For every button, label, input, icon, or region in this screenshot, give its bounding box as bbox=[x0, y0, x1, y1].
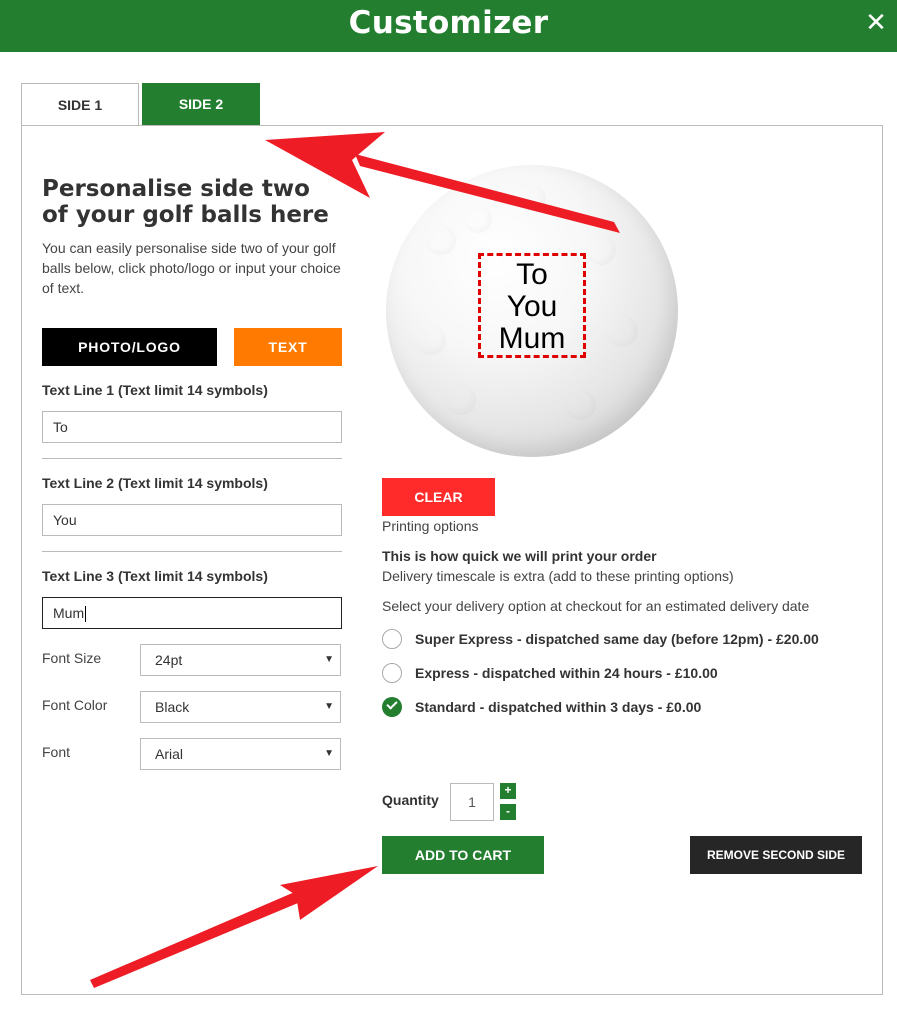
tab-side-2[interactable]: SIDE 2 bbox=[142, 83, 260, 126]
font-color-select[interactable]: Black ▼ bbox=[140, 691, 341, 723]
text-line-3-value: Mum bbox=[53, 605, 85, 621]
close-icon[interactable]: ✕ bbox=[861, 7, 891, 37]
delivery-option-label: Standard - dispatched within 3 days - £0… bbox=[415, 699, 702, 715]
font-select[interactable]: Arial ▼ bbox=[140, 738, 341, 770]
ball-dimple bbox=[516, 185, 546, 211]
text-line-3-label: Text Line 3 (Text limit 14 symbols) bbox=[42, 568, 268, 584]
ball-dimple bbox=[446, 385, 476, 415]
delivery-instruction: Select your delivery option at checkout … bbox=[382, 598, 810, 614]
tab-side-1[interactable]: SIDE 1 bbox=[21, 83, 139, 126]
text-line-2-input[interactable]: You bbox=[42, 504, 342, 536]
clear-button[interactable]: CLEAR bbox=[382, 478, 495, 516]
section-intro: You can easily personalise side two of y… bbox=[42, 240, 341, 296]
text-mode-button[interactable]: TEXT bbox=[234, 328, 342, 366]
radio-unchecked-icon bbox=[382, 629, 402, 649]
section-heading: Personalise side two of your golf balls … bbox=[42, 176, 329, 228]
font-color-label: Font Color bbox=[42, 697, 108, 713]
quantity-label: Quantity bbox=[382, 792, 439, 808]
ball-dimple bbox=[566, 390, 596, 420]
modal-header: Customizer ✕ bbox=[0, 0, 897, 52]
font-size-label: Font Size bbox=[42, 650, 102, 666]
delivery-option-label: Super Express - dispatched same day (bef… bbox=[415, 631, 819, 647]
font-size-select[interactable]: 24pt ▼ bbox=[140, 644, 341, 676]
preview-line-2: You bbox=[506, 290, 558, 323]
ball-dimple bbox=[606, 315, 638, 347]
quantity-decrease-button[interactable]: - bbox=[500, 804, 516, 820]
text-line-1-input[interactable]: To bbox=[42, 411, 342, 443]
checkmark-icon bbox=[386, 698, 398, 710]
modal-title: Customizer bbox=[348, 5, 549, 41]
text-line-2-value: You bbox=[53, 512, 77, 528]
font-size-value: 24pt bbox=[155, 652, 183, 668]
ball-dimple bbox=[426, 225, 456, 255]
photo-logo-button[interactable]: PHOTO/LOGO bbox=[42, 328, 217, 366]
text-line-2-label: Text Line 2 (Text limit 14 symbols) bbox=[42, 475, 268, 491]
quantity-input[interactable]: 1 bbox=[450, 783, 494, 821]
print-speed-note: Delivery timescale is extra (add to thes… bbox=[382, 568, 734, 584]
text-line-3-input[interactable]: Mum bbox=[42, 597, 342, 629]
ball-dimple bbox=[586, 235, 616, 265]
text-line-1-label: Text Line 1 (Text limit 14 symbols) bbox=[42, 382, 268, 398]
preview-line-3: Mum bbox=[498, 322, 566, 355]
printing-options-label: Printing options bbox=[382, 518, 479, 534]
text-line-1-value: To bbox=[53, 419, 68, 435]
text-caret bbox=[85, 606, 87, 623]
preview-line-1: To bbox=[516, 258, 548, 291]
remove-second-side-button[interactable]: REMOVE SECOND SIDE bbox=[690, 836, 862, 874]
ball-dimple bbox=[416, 325, 446, 355]
divider bbox=[42, 551, 342, 552]
delivery-option-label: Express - dispatched within 24 hours - £… bbox=[415, 665, 718, 681]
font-value: Arial bbox=[155, 746, 184, 762]
quantity-increase-button[interactable]: + bbox=[500, 783, 516, 799]
font-color-value: Black bbox=[155, 699, 190, 715]
add-to-cart-button[interactable]: ADD TO CART bbox=[382, 836, 544, 874]
divider bbox=[42, 458, 342, 459]
print-speed-title: This is how quick we will print your ord… bbox=[382, 548, 657, 564]
chevron-down-icon: ▼ bbox=[324, 748, 334, 759]
print-area[interactable]: To You Mum bbox=[478, 253, 586, 358]
font-label: Font bbox=[42, 744, 71, 760]
chevron-down-icon: ▼ bbox=[324, 654, 334, 665]
ball-dimple bbox=[464, 205, 492, 233]
radio-unchecked-icon bbox=[382, 663, 402, 683]
radio-checked-icon bbox=[382, 697, 402, 717]
chevron-down-icon: ▼ bbox=[324, 701, 334, 712]
